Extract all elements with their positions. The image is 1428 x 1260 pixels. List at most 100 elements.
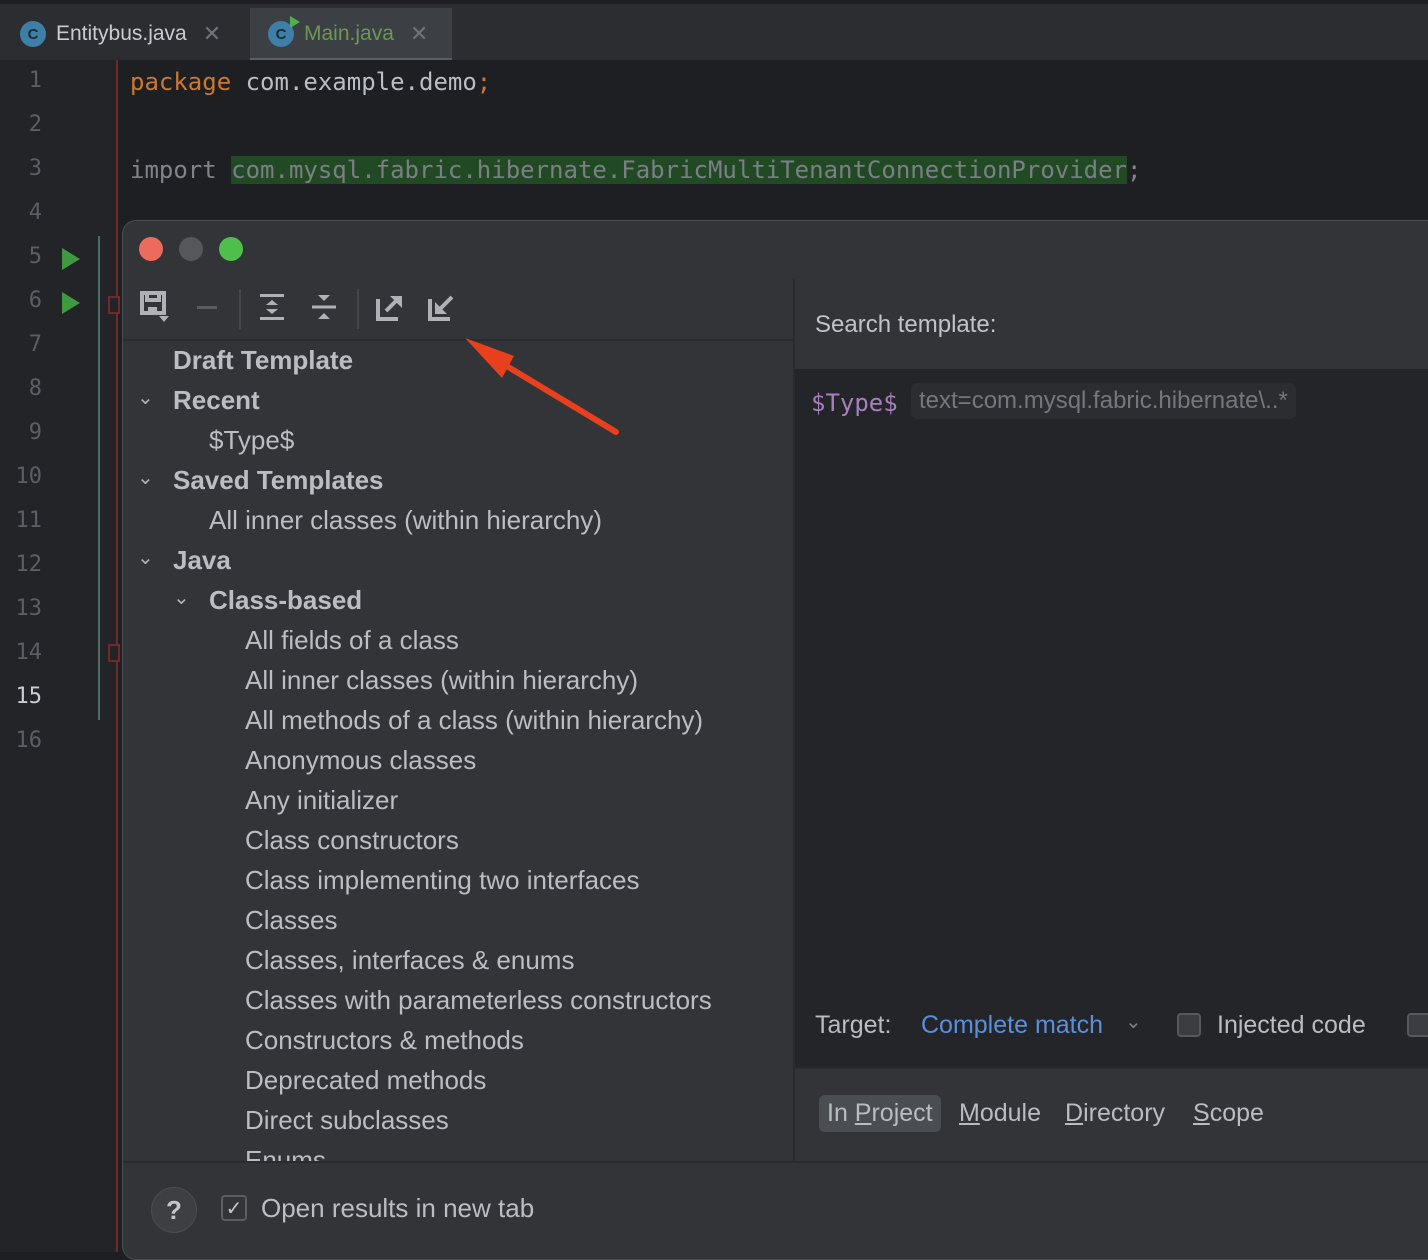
close-icon[interactable]: ✕ (203, 21, 221, 47)
tree-item[interactable]: All methods of a class (within hierarchy… (245, 705, 703, 736)
code-line-3: import com.mysql.fabric.hibernate.Fabric… (130, 156, 1141, 184)
tree-item[interactable]: Class constructors (245, 825, 459, 856)
close-window-button[interactable] (139, 237, 163, 261)
java-class-runnable-icon: C (268, 16, 300, 47)
export-icon[interactable] (372, 289, 408, 325)
line-number: 14 (15, 640, 43, 665)
run-icon[interactable] (62, 248, 80, 270)
semicolon: ; (1127, 156, 1142, 184)
line-gutter: 1 2 3 4 5 6 7 8 9 10 11 12 13 14 15 16 (0, 60, 118, 1252)
tree-item[interactable]: All inner classes (within hierarchy) (209, 505, 602, 536)
line-number: 1 (28, 68, 42, 93)
fold-icon[interactable] (108, 296, 120, 314)
collapse-all-icon[interactable] (306, 289, 342, 325)
injected-code-checkbox[interactable] (1177, 1013, 1201, 1037)
scope-mnemonic: D (1065, 1099, 1084, 1127)
minimize-window-button[interactable] (179, 237, 203, 261)
editor-tab-bar: C Entitybus.java ✕ C Main.java ✕ (0, 0, 1428, 62)
line-number: 5 (28, 244, 42, 269)
tree-item[interactable]: Class implementing two interfaces (245, 865, 640, 896)
target-label: Target: (815, 1011, 892, 1039)
tree-item[interactable]: $Type$ (209, 425, 294, 456)
toolbar-separator (357, 289, 359, 329)
tree-item[interactable]: Anonymous classes (245, 745, 476, 776)
tree-group-saved-templates[interactable]: Saved Templates (173, 465, 384, 496)
tab-main-java[interactable]: C Main.java ✕ (250, 8, 452, 62)
tree-item[interactable]: Deprecated methods (245, 1065, 486, 1096)
scope-text: In (827, 1099, 855, 1127)
run-icon[interactable] (62, 292, 80, 314)
match-case-checkbox[interactable] (1407, 1013, 1428, 1037)
package-name: com.example.demo (231, 68, 477, 96)
tree-item[interactable]: All inner classes (within hierarchy) (245, 665, 638, 696)
scope-selector: In Project Module Directory Scope (795, 1067, 1428, 1163)
import-icon[interactable] (424, 289, 460, 325)
tab-label: Main.java (304, 22, 394, 45)
tree-item[interactable]: Constructors & methods (245, 1025, 524, 1056)
line-number: 6 (28, 288, 42, 313)
scope-text: roject (871, 1099, 933, 1127)
tree-item[interactable]: Any initializer (245, 785, 398, 816)
template-toolbar (123, 281, 793, 341)
vcs-change-marker (98, 236, 100, 720)
tree-group-class-based[interactable]: Class-based (209, 585, 362, 616)
scope-mnemonic: M (959, 1099, 980, 1127)
dialog-footer: ? ✓ Open results in new tab (123, 1161, 1428, 1259)
toolbar-separator (239, 289, 241, 329)
line-number: 11 (15, 508, 43, 533)
scope-text: odule (979, 1099, 1041, 1127)
tree-item[interactable]: All fields of a class (245, 625, 459, 656)
chevron-down-icon[interactable]: ⌄ (137, 465, 154, 490)
target-row: Target: Complete match ⌄ Injected code (795, 991, 1428, 1067)
tree-item[interactable]: Enums (245, 1145, 326, 1161)
scope-custom[interactable]: Scope (1185, 1095, 1272, 1132)
tree-item[interactable]: Classes, interfaces & enums (245, 945, 574, 976)
line-number: 13 (15, 596, 43, 621)
target-dropdown[interactable]: Complete match (921, 1011, 1103, 1040)
scope-text: irectory (1083, 1099, 1166, 1127)
chevron-down-icon[interactable]: ⌄ (137, 385, 154, 410)
open-in-new-tab-label: Open results in new tab (261, 1193, 535, 1223)
tree-item-draft-template[interactable]: Draft Template (173, 345, 353, 376)
remove-icon[interactable] (189, 289, 225, 325)
chevron-down-icon[interactable]: ⌄ (173, 585, 190, 610)
line-number: 12 (15, 552, 43, 577)
expand-all-icon[interactable] (254, 289, 290, 325)
save-template-icon[interactable] (137, 289, 173, 325)
tree-item[interactable]: Classes with parameterless constructors (245, 985, 712, 1016)
template-tree[interactable]: Draft Template ⌄ Recent $Type$ ⌄ Saved T… (123, 339, 793, 1161)
variable-filter-hint: text=com.mysql.fabric.hibernate\..* (911, 383, 1296, 419)
fold-icon[interactable] (108, 644, 120, 662)
injected-code-label: Injected code (1217, 1011, 1366, 1039)
chevron-down-icon[interactable]: ⌄ (137, 545, 154, 570)
scope-module[interactable]: Module (951, 1095, 1049, 1132)
maximize-window-button[interactable] (219, 237, 243, 261)
scope-mnemonic: P (854, 1099, 872, 1127)
tree-item[interactable]: Classes (245, 905, 337, 936)
search-template-header: Search template: (795, 279, 1428, 369)
scope-directory[interactable]: Directory (1057, 1095, 1173, 1132)
help-button[interactable]: ? (151, 1187, 197, 1233)
close-icon[interactable]: ✕ (410, 21, 428, 47)
keyword: import (130, 156, 217, 184)
tab-entitybus-java[interactable]: C Entitybus.java ✕ (2, 8, 248, 60)
line-number: 10 (15, 464, 43, 489)
search-template-editor[interactable]: $Type$ text=com.mysql.fabric.hibernate\.… (795, 369, 1428, 1067)
scope-text: cope (1209, 1099, 1264, 1127)
line-number: 9 (28, 420, 42, 445)
checkmark-icon: ✓ (225, 1197, 243, 1220)
highlighted-import: com.mysql.fabric.hibernate.FabricMultiTe… (231, 156, 1128, 184)
open-in-new-tab-checkbox[interactable]: ✓ (221, 1195, 247, 1221)
java-class-icon: C (20, 21, 46, 47)
scope-in-project[interactable]: In Project (819, 1095, 941, 1132)
tree-group-java[interactable]: Java (173, 545, 231, 576)
line-number: 4 (28, 200, 42, 225)
keyword: package (130, 68, 232, 96)
tree-item[interactable]: Direct subclasses (245, 1105, 449, 1136)
line-number: 2 (28, 112, 42, 137)
tree-group-recent[interactable]: Recent (173, 385, 260, 416)
line-number: 8 (28, 376, 42, 401)
chevron-down-icon[interactable]: ⌄ (1125, 1009, 1142, 1034)
scope-mnemonic: S (1193, 1099, 1210, 1127)
template-variable[interactable]: $Type$ (811, 389, 898, 417)
